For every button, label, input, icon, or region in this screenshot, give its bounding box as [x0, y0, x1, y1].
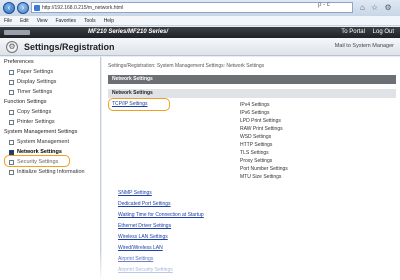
- forward-button[interactable]: ›: [17, 2, 29, 14]
- section-title: Network Settings: [108, 75, 396, 84]
- tcpip-item: IPv6 Settings: [240, 110, 270, 116]
- sidebar-item-copy-settings[interactable]: Copy Settings: [0, 107, 100, 117]
- airprint-settings-link[interactable]: Airprint Settings: [118, 256, 153, 262]
- sidebar-item-label: Printer Settings: [17, 119, 55, 125]
- sidebar-item-timer-settings[interactable]: Timer Settings: [0, 87, 100, 97]
- to-portal-link[interactable]: To Portal: [341, 29, 365, 35]
- settings-gear-icon: ⚙: [6, 41, 18, 53]
- square-bullet-icon: [9, 109, 14, 115]
- menu-file[interactable]: File: [4, 18, 12, 24]
- menu-view[interactable]: View: [37, 18, 48, 24]
- snmp-settings-link[interactable]: SNMP Settings: [118, 190, 152, 196]
- page-title-bar: ⚙ Settings/Registration Mail to System M…: [0, 38, 400, 56]
- airprint-security-settings-link[interactable]: Airprint Security Settings: [118, 267, 173, 273]
- network-settings-highlight: [4, 155, 70, 167]
- tcpip-item: TLS Settings: [240, 150, 269, 156]
- sidebar: Preferences Paper Settings Display Setti…: [0, 57, 101, 280]
- tcpip-item: HTTP Settings: [240, 142, 273, 148]
- sidebar-item-initialize-setting[interactable]: Initialize Setting Information: [0, 167, 100, 177]
- menu-tools[interactable]: Tools: [84, 18, 96, 24]
- square-bullet-icon: [9, 79, 14, 85]
- device-model: MF210 Series/MF210 Series/: [88, 29, 169, 35]
- menu-favorites[interactable]: Favorites: [55, 18, 76, 24]
- back-button[interactable]: ‹: [3, 2, 15, 14]
- tcpip-settings-highlight: [108, 98, 170, 111]
- sidebar-item-label: Copy Settings: [17, 109, 52, 115]
- device-header: MF210 Series/MF210 Series/ To Portal Log…: [0, 27, 400, 38]
- sidebar-item-label: Paper Settings: [17, 69, 54, 75]
- sidebar-item-label: System Management: [17, 139, 69, 145]
- page-title: Settings/Registration: [24, 42, 115, 52]
- menu-edit[interactable]: Edit: [20, 18, 29, 24]
- menu-help[interactable]: Help: [104, 18, 114, 24]
- log-out-link[interactable]: Log Out: [373, 29, 394, 35]
- site-favicon-icon: [34, 4, 40, 11]
- waiting-time-link[interactable]: Waiting Time for Connection at Startup: [118, 212, 204, 218]
- main-content: Settings/Registration: System Management…: [102, 57, 400, 280]
- sidebar-item-display-settings[interactable]: Display Settings: [0, 77, 100, 87]
- sidebar-item-printer-settings[interactable]: Printer Settings: [0, 117, 100, 127]
- sidebar-item-paper-settings[interactable]: Paper Settings: [0, 67, 100, 77]
- tcpip-item: RAW Print Settings: [240, 126, 283, 132]
- sidebar-group-preferences: Preferences: [4, 59, 34, 65]
- ethernet-driver-settings-link[interactable]: Ethernet Driver Settings: [118, 223, 171, 229]
- square-bullet-icon: [9, 139, 14, 145]
- tcpip-item: Proxy Settings: [240, 158, 273, 164]
- browser-toolbar-icons[interactable]: ⌂ ☆ ⚙: [360, 2, 394, 14]
- url-text: http://192.168.0.215/m_network.html: [42, 4, 124, 11]
- sidebar-group-system-management: System Management Settings: [4, 129, 78, 135]
- dedicated-port-settings-link[interactable]: Dedicated Port Settings: [118, 201, 171, 207]
- sidebar-group-function: Function Settings: [4, 99, 47, 105]
- tcpip-item: MTU Size Settings: [240, 174, 282, 180]
- square-bullet-icon: [9, 69, 14, 75]
- url-bar[interactable]: http://192.168.0.215/m_network.html: [31, 2, 353, 13]
- tcpip-item: Port Number Settings: [240, 166, 288, 172]
- tcpip-item: IPv4 Settings: [240, 102, 270, 108]
- sidebar-item-label: Timer Settings: [17, 89, 53, 95]
- sidebar-item-label: Display Settings: [17, 79, 57, 85]
- sidebar-item-label: Initialize Setting Information: [17, 169, 85, 175]
- tcpip-item: WSD Settings: [240, 134, 272, 140]
- subsection-title: Network Settings: [108, 89, 396, 98]
- browser-menu-bar: File Edit View Favorites Tools Help: [0, 16, 400, 26]
- wired-wireless-lan-link[interactable]: Wired/Wireless LAN: [118, 245, 163, 251]
- square-bullet-icon: [9, 89, 14, 95]
- square-bullet-icon: [9, 119, 14, 125]
- brand-logo: [4, 30, 30, 35]
- sidebar-item-system-management[interactable]: System Management: [0, 137, 100, 147]
- square-bullet-icon: [9, 149, 14, 155]
- wireless-lan-settings-link[interactable]: Wireless LAN Settings: [118, 234, 168, 240]
- header-links: To Portal Log Out: [335, 28, 394, 37]
- breadcrumb: Settings/Registration: System Management…: [108, 63, 265, 69]
- url-tools[interactable]: ρ ‑ c: [318, 0, 330, 11]
- mail-to-manager-link[interactable]: Mail to System Manager: [335, 43, 394, 49]
- tcpip-item: LPD Print Settings: [240, 118, 281, 124]
- square-bullet-icon: [9, 169, 14, 175]
